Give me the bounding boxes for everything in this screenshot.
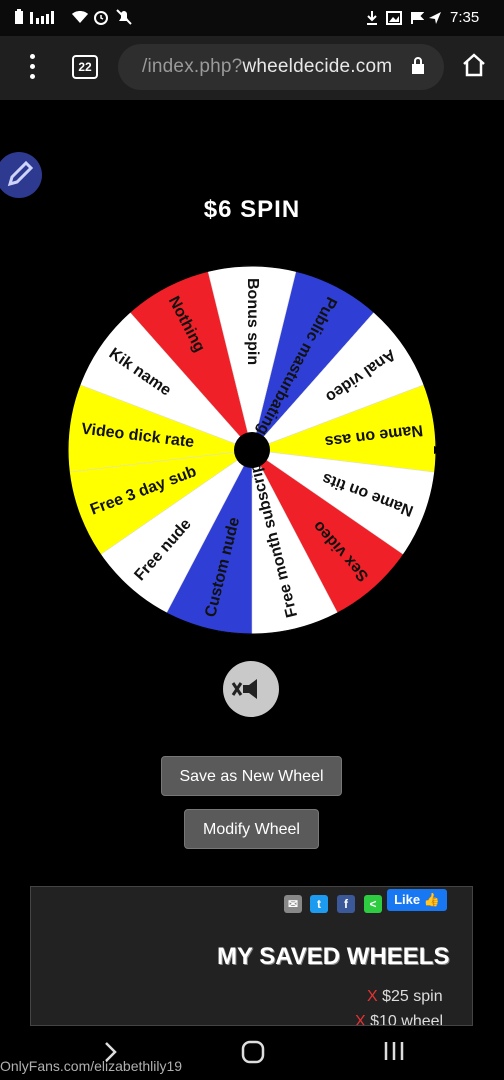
email-share-icon[interactable]: ✉ bbox=[284, 895, 302, 913]
browser-toolbar: 22 /index.php?wheeldecide.com bbox=[0, 36, 504, 100]
wheel-pointer bbox=[434, 446, 444, 454]
home-icon[interactable] bbox=[461, 52, 487, 78]
status-bar: 7:35 bbox=[0, 0, 504, 36]
saved-wheel-item[interactable]: X $25 spin bbox=[367, 988, 443, 1006]
facebook-share-icon[interactable]: f bbox=[337, 895, 355, 913]
saved-wheel-item[interactable]: X $10 wheel bbox=[355, 1013, 443, 1025]
wheel-title: $6 SPIN bbox=[203, 196, 301, 223]
speaker-muted-icon bbox=[231, 679, 257, 699]
alarm-icon bbox=[94, 11, 108, 25]
spin-wheel[interactable]: Bonus spinPublic masturbating vAnal vide… bbox=[60, 258, 444, 642]
modify-wheel-button[interactable]: Modify Wheel bbox=[184, 809, 319, 849]
remove-icon[interactable]: X bbox=[367, 988, 378, 1005]
remove-icon[interactable]: X bbox=[355, 1013, 366, 1025]
battery-icon bbox=[15, 9, 23, 24]
lock-icon bbox=[412, 57, 424, 74]
sound-toggle-button[interactable] bbox=[223, 661, 279, 717]
saved-wheel-name[interactable]: $10 wheel bbox=[370, 1013, 443, 1025]
save-as-new-wheel-button[interactable]: Save as New Wheel bbox=[161, 756, 342, 796]
like-button[interactable]: Like 👍 bbox=[387, 889, 447, 911]
wheel-hub bbox=[234, 432, 270, 468]
download-icon bbox=[367, 11, 377, 25]
wifi-icon bbox=[72, 11, 88, 23]
saved-wheel-name[interactable]: $25 spin bbox=[382, 988, 443, 1005]
edit-pen-button[interactable] bbox=[0, 152, 42, 198]
twitter-share-icon[interactable]: t bbox=[310, 895, 328, 913]
like-label: Like bbox=[394, 892, 421, 907]
flag-icon bbox=[411, 12, 424, 24]
watermark-text: OnlyFans.com/elizabethlily19 bbox=[0, 1058, 183, 1074]
share-icon[interactable]: < bbox=[364, 895, 382, 913]
saved-wheels-panel: ✉ t f < Like 👍 MY SAVED WHEELS X $25 spi… bbox=[30, 886, 473, 1026]
menu-icon[interactable] bbox=[30, 54, 36, 80]
url-text[interactable]: /index.php?wheeldecide.com bbox=[142, 56, 392, 78]
recents-icon[interactable] bbox=[382, 1040, 406, 1062]
url-host: wheeldecide.com bbox=[242, 56, 393, 77]
pen-icon bbox=[7, 160, 34, 187]
url-path: /index.php? bbox=[142, 56, 243, 77]
status-time: 7:35 bbox=[450, 9, 480, 26]
saved-wheels-heading: MY SAVED WHEELS bbox=[217, 943, 450, 970]
wheel-segment-label: Bonus spin bbox=[244, 278, 261, 365]
signal-icon bbox=[30, 11, 54, 24]
location-icon bbox=[429, 12, 441, 24]
mute-notifications-icon bbox=[116, 9, 132, 25]
image-icon bbox=[386, 11, 402, 25]
tab-switcher-button[interactable]: 22 bbox=[72, 55, 98, 79]
home-nav-icon[interactable] bbox=[240, 1039, 266, 1065]
